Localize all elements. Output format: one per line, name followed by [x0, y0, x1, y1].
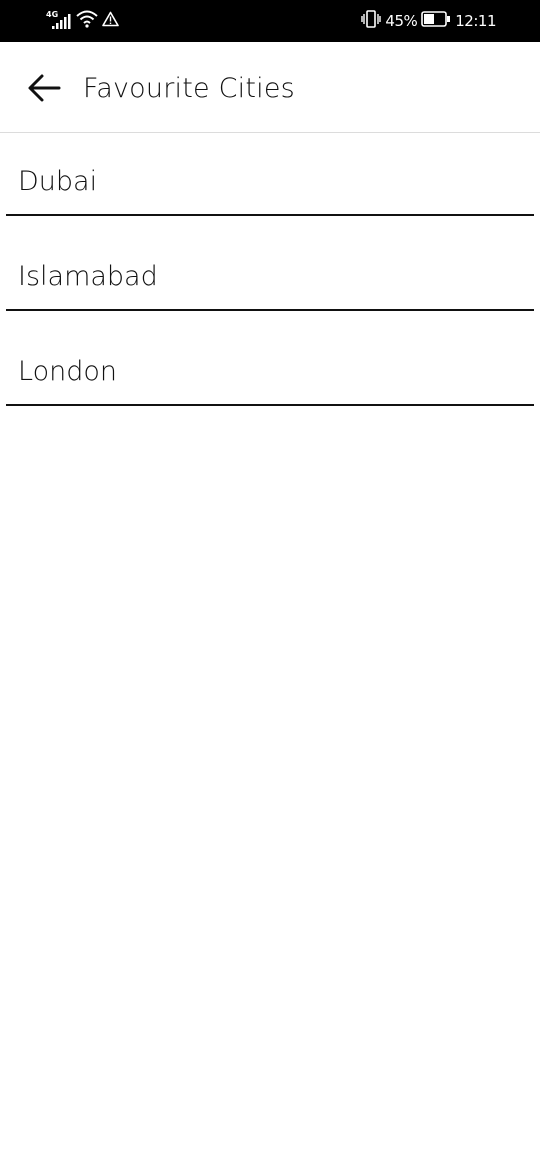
list-item-city[interactable]: Islamabad	[6, 229, 534, 311]
clock: 12:11	[455, 12, 496, 30]
status-bar: 4G 45% 12:11	[0, 0, 540, 42]
app-bar: Favourite Cities	[0, 42, 540, 133]
list-item-city[interactable]: London	[6, 324, 534, 406]
list-item-city[interactable]: Dubai	[6, 134, 534, 216]
page-title: Favourite Cities	[83, 73, 295, 104]
back-button[interactable]	[26, 72, 62, 104]
battery-percent: 45%	[385, 12, 418, 30]
favourite-cities-list: Dubai Islamabad London	[6, 134, 534, 419]
wifi-icon	[76, 10, 98, 32]
vibrate-icon	[361, 10, 382, 32]
warning-icon	[102, 11, 119, 31]
signal-icon: 4G	[46, 10, 72, 32]
arrow-left-icon	[28, 74, 61, 102]
city-name: Islamabad	[18, 261, 158, 292]
status-right: 45% 12:11	[361, 10, 496, 32]
battery-icon	[421, 11, 451, 31]
city-name: Dubai	[18, 166, 98, 197]
status-left: 4G	[46, 10, 119, 32]
city-name: London	[18, 356, 117, 387]
